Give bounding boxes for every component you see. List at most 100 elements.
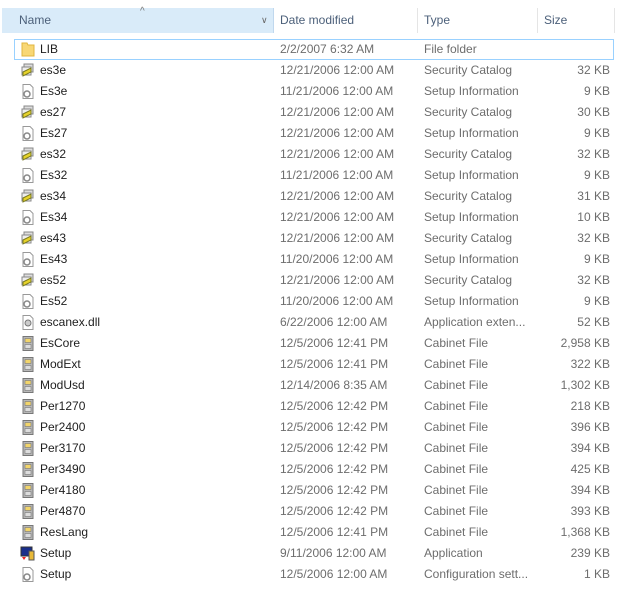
- file-row[interactable]: Per1270 12/5/2006 12:42 PM Cabinet File …: [0, 396, 634, 417]
- setup-information-icon: [20, 84, 36, 99]
- file-size: 218 KB: [570, 399, 610, 413]
- file-date-modified: 12/5/2006 12:41 PM: [280, 357, 389, 371]
- file-row[interactable]: Es52 11/20/2006 12:00 AM Setup Informati…: [0, 291, 634, 312]
- file-row[interactable]: es43 12/21/2006 12:00 AM Security Catalo…: [0, 228, 634, 249]
- column-header-date[interactable]: Date modified: [274, 8, 418, 33]
- file-row[interactable]: ResLang 12/5/2006 12:41 PM Cabinet File …: [0, 522, 634, 543]
- file-name: ModUsd: [40, 378, 85, 392]
- file-type: Security Catalog: [424, 63, 513, 77]
- file-type: Setup Information: [424, 84, 519, 98]
- file-size: 32 KB: [577, 273, 610, 287]
- file-type: Cabinet File: [424, 483, 489, 497]
- file-date-modified: 12/21/2006 12:00 AM: [280, 147, 395, 161]
- file-size: 394 KB: [570, 483, 610, 497]
- column-header-size[interactable]: Size: [538, 8, 615, 33]
- file-type: Setup Information: [424, 126, 519, 140]
- file-size: 32 KB: [577, 63, 610, 77]
- file-size: 10 KB: [577, 210, 610, 224]
- file-date-modified: 12/5/2006 12:42 PM: [280, 399, 389, 413]
- file-row[interactable]: es27 12/21/2006 12:00 AM Security Catalo…: [0, 102, 634, 123]
- setup-information-icon: [20, 126, 36, 141]
- file-size: 393 KB: [570, 504, 610, 518]
- file-name: Per3490: [40, 462, 86, 476]
- file-type: Security Catalog: [424, 105, 513, 119]
- file-name: es27: [40, 105, 67, 119]
- file-type: Cabinet File: [424, 399, 489, 413]
- file-row[interactable]: Setup 9/11/2006 12:00 AM Application 239…: [0, 543, 634, 564]
- file-row[interactable]: ModUsd 12/14/2006 8:35 AM Cabinet File 1…: [0, 375, 634, 396]
- file-row[interactable]: ModExt 12/5/2006 12:41 PM Cabinet File 3…: [0, 354, 634, 375]
- cabinet-icon: [20, 462, 36, 477]
- file-date-modified: 12/5/2006 12:42 PM: [280, 420, 389, 434]
- file-date-modified: 12/5/2006 12:41 PM: [280, 336, 389, 350]
- file-list: LIB 2/2/2007 6:32 AM File folder es3e 12…: [0, 39, 634, 585]
- file-row[interactable]: es34 12/21/2006 12:00 AM Security Catalo…: [0, 186, 634, 207]
- file-type: Cabinet File: [424, 441, 489, 455]
- file-type: Setup Information: [424, 210, 519, 224]
- file-size: 9 KB: [583, 84, 610, 98]
- file-size: 1,302 KB: [560, 378, 610, 392]
- file-row[interactable]: Es3e 11/21/2006 12:00 AM Setup Informati…: [0, 81, 634, 102]
- file-row[interactable]: Per4180 12/5/2006 12:42 PM Cabinet File …: [0, 480, 634, 501]
- file-name: Es3e: [40, 84, 68, 98]
- file-name: Es34: [40, 210, 68, 224]
- file-name: es3e: [40, 63, 67, 77]
- column-header: ^ Name ∨ Date modified Type Size: [0, 6, 634, 33]
- file-name: Per4180: [40, 483, 86, 497]
- file-type: Cabinet File: [424, 357, 489, 371]
- file-date-modified: 12/21/2006 12:00 AM: [280, 231, 395, 245]
- file-size: 1,368 KB: [560, 525, 610, 539]
- column-header-name[interactable]: ^ Name ∨: [2, 6, 274, 33]
- file-type: Cabinet File: [424, 420, 489, 434]
- file-size: 9 KB: [583, 168, 610, 182]
- cabinet-icon: [20, 378, 36, 393]
- file-type: Setup Information: [424, 168, 519, 182]
- file-date-modified: 9/11/2006 12:00 AM: [280, 546, 387, 560]
- file-date-modified: 12/5/2006 12:42 PM: [280, 483, 389, 497]
- file-name: Es43: [40, 252, 68, 266]
- file-row[interactable]: Per3170 12/5/2006 12:42 PM Cabinet File …: [0, 438, 634, 459]
- configuration-settings-icon: [20, 567, 36, 582]
- file-type: Security Catalog: [424, 189, 513, 203]
- file-row[interactable]: es52 12/21/2006 12:00 AM Security Catalo…: [0, 270, 634, 291]
- file-date-modified: 11/20/2006 12:00 AM: [280, 294, 394, 308]
- file-size: 31 KB: [577, 189, 610, 203]
- file-row[interactable]: Es27 12/21/2006 12:00 AM Setup Informati…: [0, 123, 634, 144]
- security-catalog-icon: [20, 189, 36, 204]
- file-row[interactable]: Per2400 12/5/2006 12:42 PM Cabinet File …: [0, 417, 634, 438]
- file-size: 32 KB: [577, 147, 610, 161]
- file-row[interactable]: LIB 2/2/2007 6:32 AM File folder: [14, 39, 614, 60]
- cabinet-icon: [20, 525, 36, 540]
- file-row[interactable]: Es34 12/21/2006 12:00 AM Setup Informati…: [0, 207, 634, 228]
- file-row[interactable]: Es43 11/20/2006 12:00 AM Setup Informati…: [0, 249, 634, 270]
- file-type: Cabinet File: [424, 525, 489, 539]
- file-name: escanex.dll: [40, 315, 101, 329]
- chevron-down-icon[interactable]: ∨: [261, 8, 268, 33]
- file-date-modified: 11/21/2006 12:00 AM: [280, 168, 394, 182]
- file-name: es52: [40, 273, 67, 287]
- cabinet-icon: [20, 504, 36, 519]
- file-row[interactable]: es32 12/21/2006 12:00 AM Security Catalo…: [0, 144, 634, 165]
- file-date-modified: 12/21/2006 12:00 AM: [280, 273, 395, 287]
- file-row[interactable]: Setup 12/5/2006 12:00 AM Configuration s…: [0, 564, 634, 585]
- column-header-type[interactable]: Type: [418, 8, 538, 33]
- file-date-modified: 11/21/2006 12:00 AM: [280, 84, 394, 98]
- file-row[interactable]: escanex.dll 6/22/2006 12:00 AM Applicati…: [0, 312, 634, 333]
- file-type: Security Catalog: [424, 231, 513, 245]
- file-size: 32 KB: [577, 231, 610, 245]
- file-date-modified: 12/5/2006 12:41 PM: [280, 525, 389, 539]
- file-size: 30 KB: [577, 105, 610, 119]
- file-row[interactable]: Per3490 12/5/2006 12:42 PM Cabinet File …: [0, 459, 634, 480]
- file-name: Es27: [40, 126, 68, 140]
- file-row[interactable]: Es32 11/21/2006 12:00 AM Setup Informati…: [0, 165, 634, 186]
- cabinet-icon: [20, 483, 36, 498]
- file-date-modified: 12/5/2006 12:42 PM: [280, 462, 389, 476]
- file-row[interactable]: Per4870 12/5/2006 12:42 PM Cabinet File …: [0, 501, 634, 522]
- file-name: EsCore: [40, 336, 81, 350]
- file-name: Per4870: [40, 504, 86, 518]
- file-row[interactable]: es3e 12/21/2006 12:00 AM Security Catalo…: [0, 60, 634, 81]
- file-name: Setup: [40, 546, 72, 560]
- file-row[interactable]: EsCore 12/5/2006 12:41 PM Cabinet File 2…: [0, 333, 634, 354]
- file-size: 394 KB: [570, 441, 610, 455]
- file-type: Security Catalog: [424, 147, 513, 161]
